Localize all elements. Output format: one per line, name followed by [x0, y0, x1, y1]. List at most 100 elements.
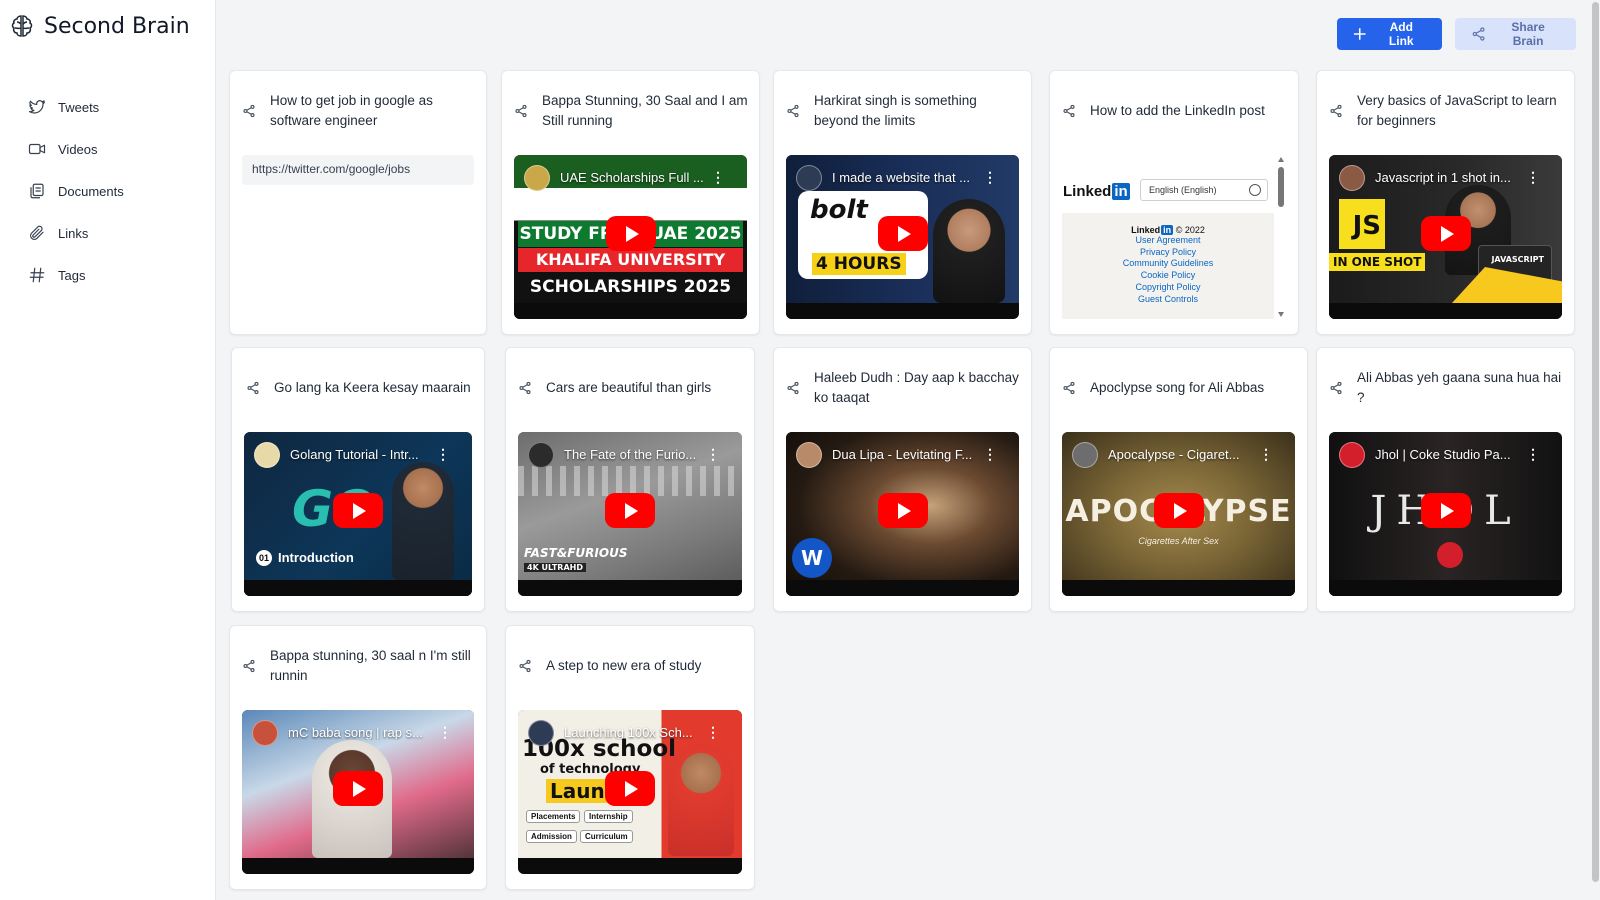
share-icon[interactable]	[1329, 104, 1343, 118]
more-options-icon[interactable]: ⋮	[438, 724, 452, 741]
youtube-embed[interactable]: STUDY FROM UAE 2025 KHALIFA UNIVERSITY S…	[514, 155, 747, 319]
language-select[interactable]: English (English)	[1140, 179, 1268, 201]
plus-icon	[1353, 28, 1366, 40]
youtube-embed[interactable]: JS IN ONE SHOT JAVASCRIPT Javascript in …	[1329, 155, 1562, 319]
card-title: A step to new era of study	[546, 658, 702, 673]
play-button-icon[interactable]	[1420, 493, 1471, 528]
linkedin-embed[interactable]: Linked in English (English) Linked in © 20…	[1062, 155, 1286, 319]
video-title[interactable]: I made a website that ...	[832, 170, 979, 185]
sidebar-item-documents[interactable]: Documents	[28, 170, 124, 212]
thumb-text: IN ONE SHOT	[1329, 253, 1426, 271]
share-icon[interactable]	[242, 104, 256, 118]
video-title[interactable]: Golang Tutorial - Intr...	[290, 447, 432, 462]
video-title[interactable]: The Fate of the Furio...	[564, 447, 702, 462]
footer-link[interactable]: Privacy Policy	[1062, 247, 1274, 259]
thumb-text: FAST&FURIOUS	[524, 546, 628, 560]
more-options-icon[interactable]: ⋮	[706, 446, 720, 463]
more-options-icon[interactable]: ⋮	[983, 169, 997, 186]
footer-link[interactable]: Cookie Policy	[1062, 270, 1274, 282]
embed-scroll-thumb[interactable]	[1278, 167, 1284, 207]
video-title[interactable]: Apocalypse - Cigaret...	[1108, 447, 1255, 462]
embed-scrollbar[interactable]	[1276, 155, 1286, 319]
content-card: Cars are beautiful than girls FAST&FURIO…	[505, 347, 755, 612]
scroll-up-icon[interactable]	[1278, 157, 1284, 162]
play-button-icon[interactable]	[1153, 493, 1204, 528]
footer-link[interactable]: Community Guidelines	[1062, 258, 1274, 270]
card-title: How to add the LinkedIn post	[1090, 103, 1265, 118]
more-options-icon[interactable]: ⋮	[706, 724, 720, 741]
more-options-icon[interactable]: ⋮	[436, 446, 450, 463]
linkedin-logo-in: in	[1161, 225, 1174, 235]
footer-link[interactable]: User Agreement	[1062, 235, 1274, 247]
youtube-embed[interactable]: GO 01 Introduction Golang Tutorial - Int…	[244, 432, 472, 596]
share-icon[interactable]	[786, 104, 800, 118]
play-button-icon[interactable]	[605, 771, 655, 806]
play-button-icon[interactable]	[877, 493, 928, 528]
video-bottom-bar	[786, 580, 1019, 596]
more-options-icon[interactable]: ⋮	[1526, 169, 1540, 186]
share-icon[interactable]	[1329, 381, 1343, 395]
footer-link[interactable]: Copyright Policy	[1062, 282, 1274, 294]
youtube-embed[interactable]: W Dua Lipa - Levitating F... ⋮	[786, 432, 1019, 596]
brand[interactable]: Second Brain	[8, 12, 190, 40]
share-icon[interactable]	[518, 381, 532, 395]
sidebar-item-videos[interactable]: Videos	[28, 128, 124, 170]
channel-avatar	[1339, 165, 1365, 191]
scroll-down-icon[interactable]	[1278, 312, 1284, 317]
page-scrollbar[interactable]	[1591, 0, 1600, 900]
play-button-icon[interactable]	[1420, 216, 1471, 251]
card-title: Bappa stunning, 30 saal n I'm still runn…	[270, 648, 471, 683]
share-icon[interactable]	[1062, 104, 1076, 118]
youtube-embed[interactable]: APOCALYPSE Cigarettes After Sex Apocalyp…	[1062, 432, 1295, 596]
youtube-embed[interactable]: bolt 4 HOURS I made a website that ... ⋮	[786, 155, 1019, 319]
sidebar-item-tags[interactable]: Tags	[28, 254, 124, 296]
more-options-icon[interactable]: ⋮	[1259, 446, 1273, 463]
video-bottom-bar	[514, 303, 747, 319]
share-icon[interactable]	[786, 381, 800, 395]
play-button-icon[interactable]	[605, 493, 655, 528]
video-title[interactable]: Launching 100x Sch...	[564, 725, 702, 740]
add-link-label: Add Link	[1388, 20, 1414, 48]
sidebar-item-label: Tags	[58, 267, 86, 283]
tweet-link[interactable]: https://twitter.com/google/jobs	[242, 155, 474, 185]
video-title[interactable]: mC baba song | rap s...	[288, 725, 434, 740]
more-options-icon[interactable]: ⋮	[1526, 446, 1540, 463]
video-bottom-bar	[244, 580, 472, 596]
card-title: Harkirat singh is something beyond the l…	[814, 93, 977, 128]
share-icon[interactable]	[246, 381, 260, 395]
video-title[interactable]: Dua Lipa - Levitating F...	[832, 447, 979, 462]
video-bottom-bar	[242, 858, 474, 874]
add-link-button[interactable]: Add Link	[1337, 18, 1442, 50]
video-bottom-bar	[518, 580, 742, 596]
youtube-embed[interactable]: 100x school of technology Launch Placeme…	[518, 710, 742, 874]
play-button-icon[interactable]	[877, 216, 928, 251]
scrollbar-thumb[interactable]	[1592, 2, 1599, 882]
channel-avatar	[1339, 442, 1365, 468]
video-title[interactable]: UAE Scholarships Full ...	[560, 170, 707, 185]
footer-link[interactable]: Guest Controls	[1062, 294, 1274, 306]
youtube-embed[interactable]: JHOL Jhol | Coke Studio Pa... ⋮	[1329, 432, 1562, 596]
play-button-icon[interactable]	[605, 216, 656, 251]
play-button-icon[interactable]	[333, 771, 383, 806]
card-header: Apoclypse song for Ali Abbas	[1062, 366, 1297, 410]
content-card: Apoclypse song for Ali Abbas APOCALYPSE …	[1049, 347, 1308, 612]
sidebar-item-label: Documents	[58, 183, 124, 199]
share-icon[interactable]	[514, 104, 528, 118]
share-icon[interactable]	[1062, 381, 1076, 395]
video-title[interactable]: Jhol | Coke Studio Pa...	[1375, 447, 1522, 462]
video-title[interactable]: Javascript in 1 shot in...	[1375, 170, 1522, 185]
more-options-icon[interactable]: ⋮	[983, 446, 997, 463]
youtube-embed[interactable]: FAST&FURIOUS 4K ULTRAHD The Fate of the …	[518, 432, 742, 596]
sidebar-item-links[interactable]: Links	[28, 212, 124, 254]
sidebar-item-tweets[interactable]: Tweets	[28, 86, 124, 128]
share-brain-button[interactable]: Share Brain	[1455, 18, 1576, 50]
card-title: Go lang ka Keera kesay maarain	[274, 380, 471, 395]
content-card: How to get job in google as software eng…	[229, 70, 487, 335]
share-icon[interactable]	[518, 659, 532, 673]
play-button-icon[interactable]	[333, 493, 383, 528]
channel-avatar	[524, 165, 550, 191]
share-icon[interactable]	[242, 659, 256, 673]
thumb-tag: Curriculum	[580, 830, 633, 843]
youtube-embed[interactable]: mC baba song | rap s... ⋮	[242, 710, 474, 874]
more-options-icon[interactable]: ⋮	[711, 169, 725, 186]
